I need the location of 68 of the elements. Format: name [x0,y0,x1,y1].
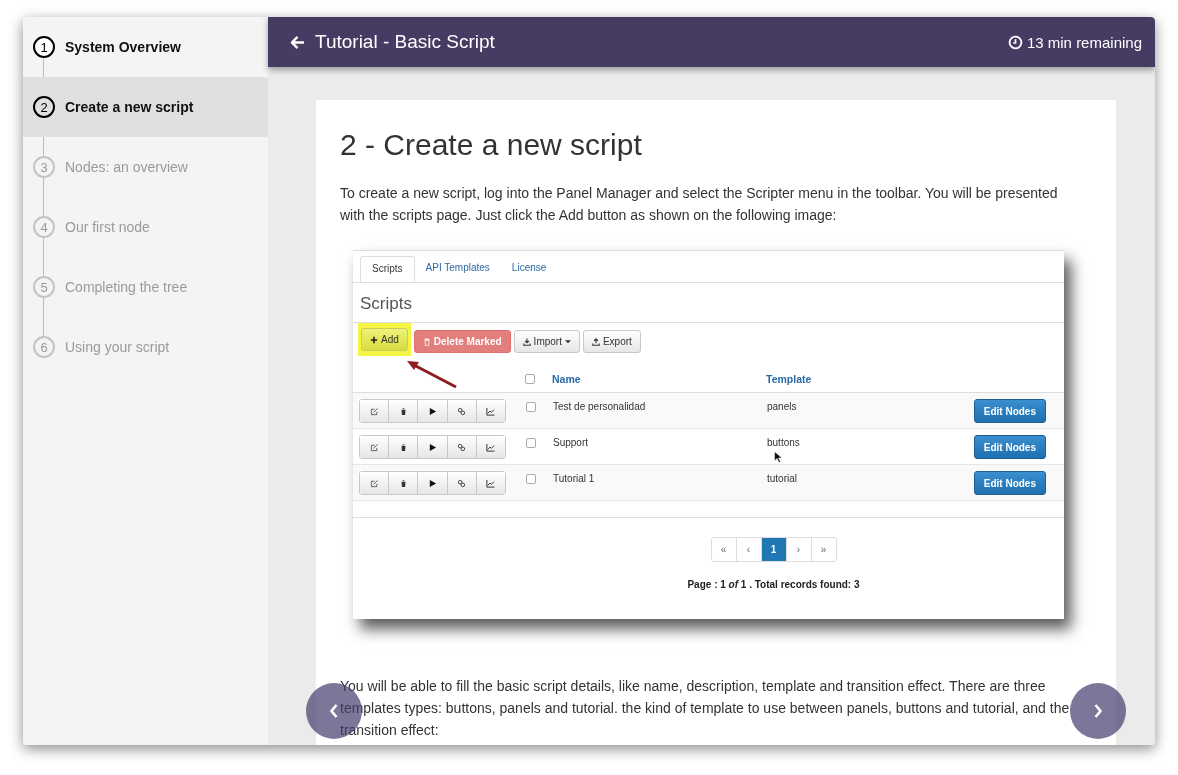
caret-icon [564,339,571,344]
toolbar-button[interactable]: Export [582,330,641,353]
column-header[interactable]: Name [552,372,766,385]
previous-page-link[interactable]: ‹ [736,538,762,561]
step-number: 5 [33,276,55,298]
table-cell-text: buttons [767,436,800,448]
page-heading: Scripts [353,283,1064,323]
step-label: System Overview [65,39,181,55]
page-link[interactable]: 1 [761,538,787,561]
step-number: 3 [33,156,55,178]
table-cell-text: panels [767,400,797,412]
edit-icon[interactable] [360,400,390,422]
step-number: 4 [33,216,55,238]
play-icon[interactable] [418,472,448,494]
step-number: 6 [33,336,55,358]
step-label: Our first node [65,219,150,235]
upload-icon [591,337,600,346]
toolbar-button[interactable]: Add [361,328,408,351]
step-label: Create a new script [65,99,194,115]
chart-icon[interactable] [476,400,505,422]
table-cell-text: Support [553,436,590,448]
back-arrow-icon[interactable] [290,34,305,50]
tab[interactable]: License [500,256,558,282]
trash-icon[interactable] [389,436,419,458]
last-page-link[interactable]: » [811,538,836,561]
pointer-arrow [406,359,458,389]
step-label: Nodes: an overview [65,159,188,175]
clock-icon [1007,34,1023,50]
row-checkbox[interactable] [526,474,536,484]
plus-icon [370,335,378,344]
trash-icon[interactable] [389,472,419,494]
edit-icon[interactable] [360,436,390,458]
next-page-link[interactable]: › [786,538,812,561]
tab[interactable]: Scripts [360,256,415,282]
chart-icon[interactable] [476,436,505,458]
tab[interactable]: API Templates [414,256,501,282]
step-label: Completing the tree [65,279,188,295]
chart-icon[interactable] [476,472,505,494]
chevron-right-icon [1093,703,1103,719]
records-summary: Page : 1 of 1 . Total records found: 3 [687,579,860,590]
time-remaining: 13 min remaining [1026,33,1142,51]
tutorial-title: Tutorial - Basic Script [315,31,495,53]
edit-nodes-button[interactable]: Edit Nodes [973,435,1046,459]
intro-paragraph: To create a new script, log into the Panel Manager and select the Scripter menu in the toolbar. You will be presented with the scripts page. Just click the Add button as shown on the following image: [340,184,1059,225]
edit-nodes-button[interactable]: Edit Nodes [973,399,1046,423]
toolbar-button[interactable]: Import [513,330,580,353]
step-number: 1 [33,36,55,58]
select-all-checkbox[interactable] [525,373,535,384]
chevron-left-icon [329,703,339,719]
row-checkbox[interactable] [526,402,536,412]
step-item[interactable]: 2 Create a new script [23,77,268,137]
play-icon[interactable] [418,400,448,422]
trash-icon [422,337,431,346]
first-page-link[interactable]: « [711,538,737,561]
table-cell-text: Tutorial 1 [553,472,596,484]
edit-nodes-button[interactable]: Edit Nodes [973,471,1046,495]
download-icon [522,337,531,346]
step-number: 2 [33,96,55,118]
section-title: 2 - Create a new script [340,128,643,162]
edit-icon[interactable] [360,472,390,494]
play-icon[interactable] [418,436,448,458]
column-header[interactable]: Template [766,372,916,385]
step-item[interactable]: 1 System Overview [23,17,268,77]
trash-icon[interactable] [389,400,419,422]
table-cell-text: Test de personalidad [553,400,647,412]
step-label: Using your script [65,339,170,355]
table-cell-text: tutorial [767,472,797,484]
row-checkbox[interactable] [526,438,536,448]
